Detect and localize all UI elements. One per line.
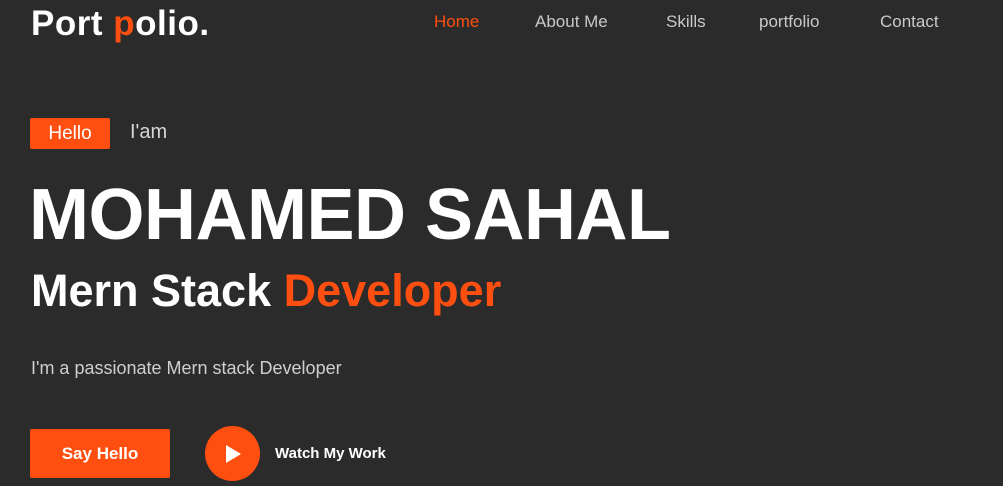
hello-badge: Hello xyxy=(30,118,110,149)
play-button[interactable] xyxy=(205,426,260,481)
page: Port polio. Home About Me Skills portfol… xyxy=(0,0,1003,486)
hero-role-prefix: Mern Stack xyxy=(31,265,284,316)
hero-role-accent: Developer xyxy=(283,265,502,316)
logo-text-start: Port xyxy=(31,4,114,43)
say-hello-button[interactable]: Say Hello xyxy=(30,429,170,478)
hero-role: Mern Stack Developer xyxy=(31,263,501,319)
hero-intro: I'am xyxy=(130,121,168,143)
nav-item-home[interactable]: Home xyxy=(434,12,479,32)
nav-item-portfolio[interactable]: portfolio xyxy=(759,12,819,32)
play-icon xyxy=(225,444,241,463)
hero-tagline: I'm a passionate Mern stack Developer xyxy=(31,358,342,378)
hero-name: MOHAMED SAHAL xyxy=(29,175,671,255)
nav-item-skills[interactable]: Skills xyxy=(666,12,706,32)
nav-item-contact[interactable]: Contact xyxy=(880,12,939,32)
nav-item-about-me[interactable]: About Me xyxy=(535,12,608,32)
watch-my-work-link[interactable]: Watch My Work xyxy=(205,426,386,481)
logo-accent-letter: p xyxy=(113,4,136,43)
site-logo[interactable]: Port polio. xyxy=(31,4,210,44)
watch-my-work-label: Watch My Work xyxy=(275,445,386,462)
logo-text-end: olio. xyxy=(135,4,210,43)
